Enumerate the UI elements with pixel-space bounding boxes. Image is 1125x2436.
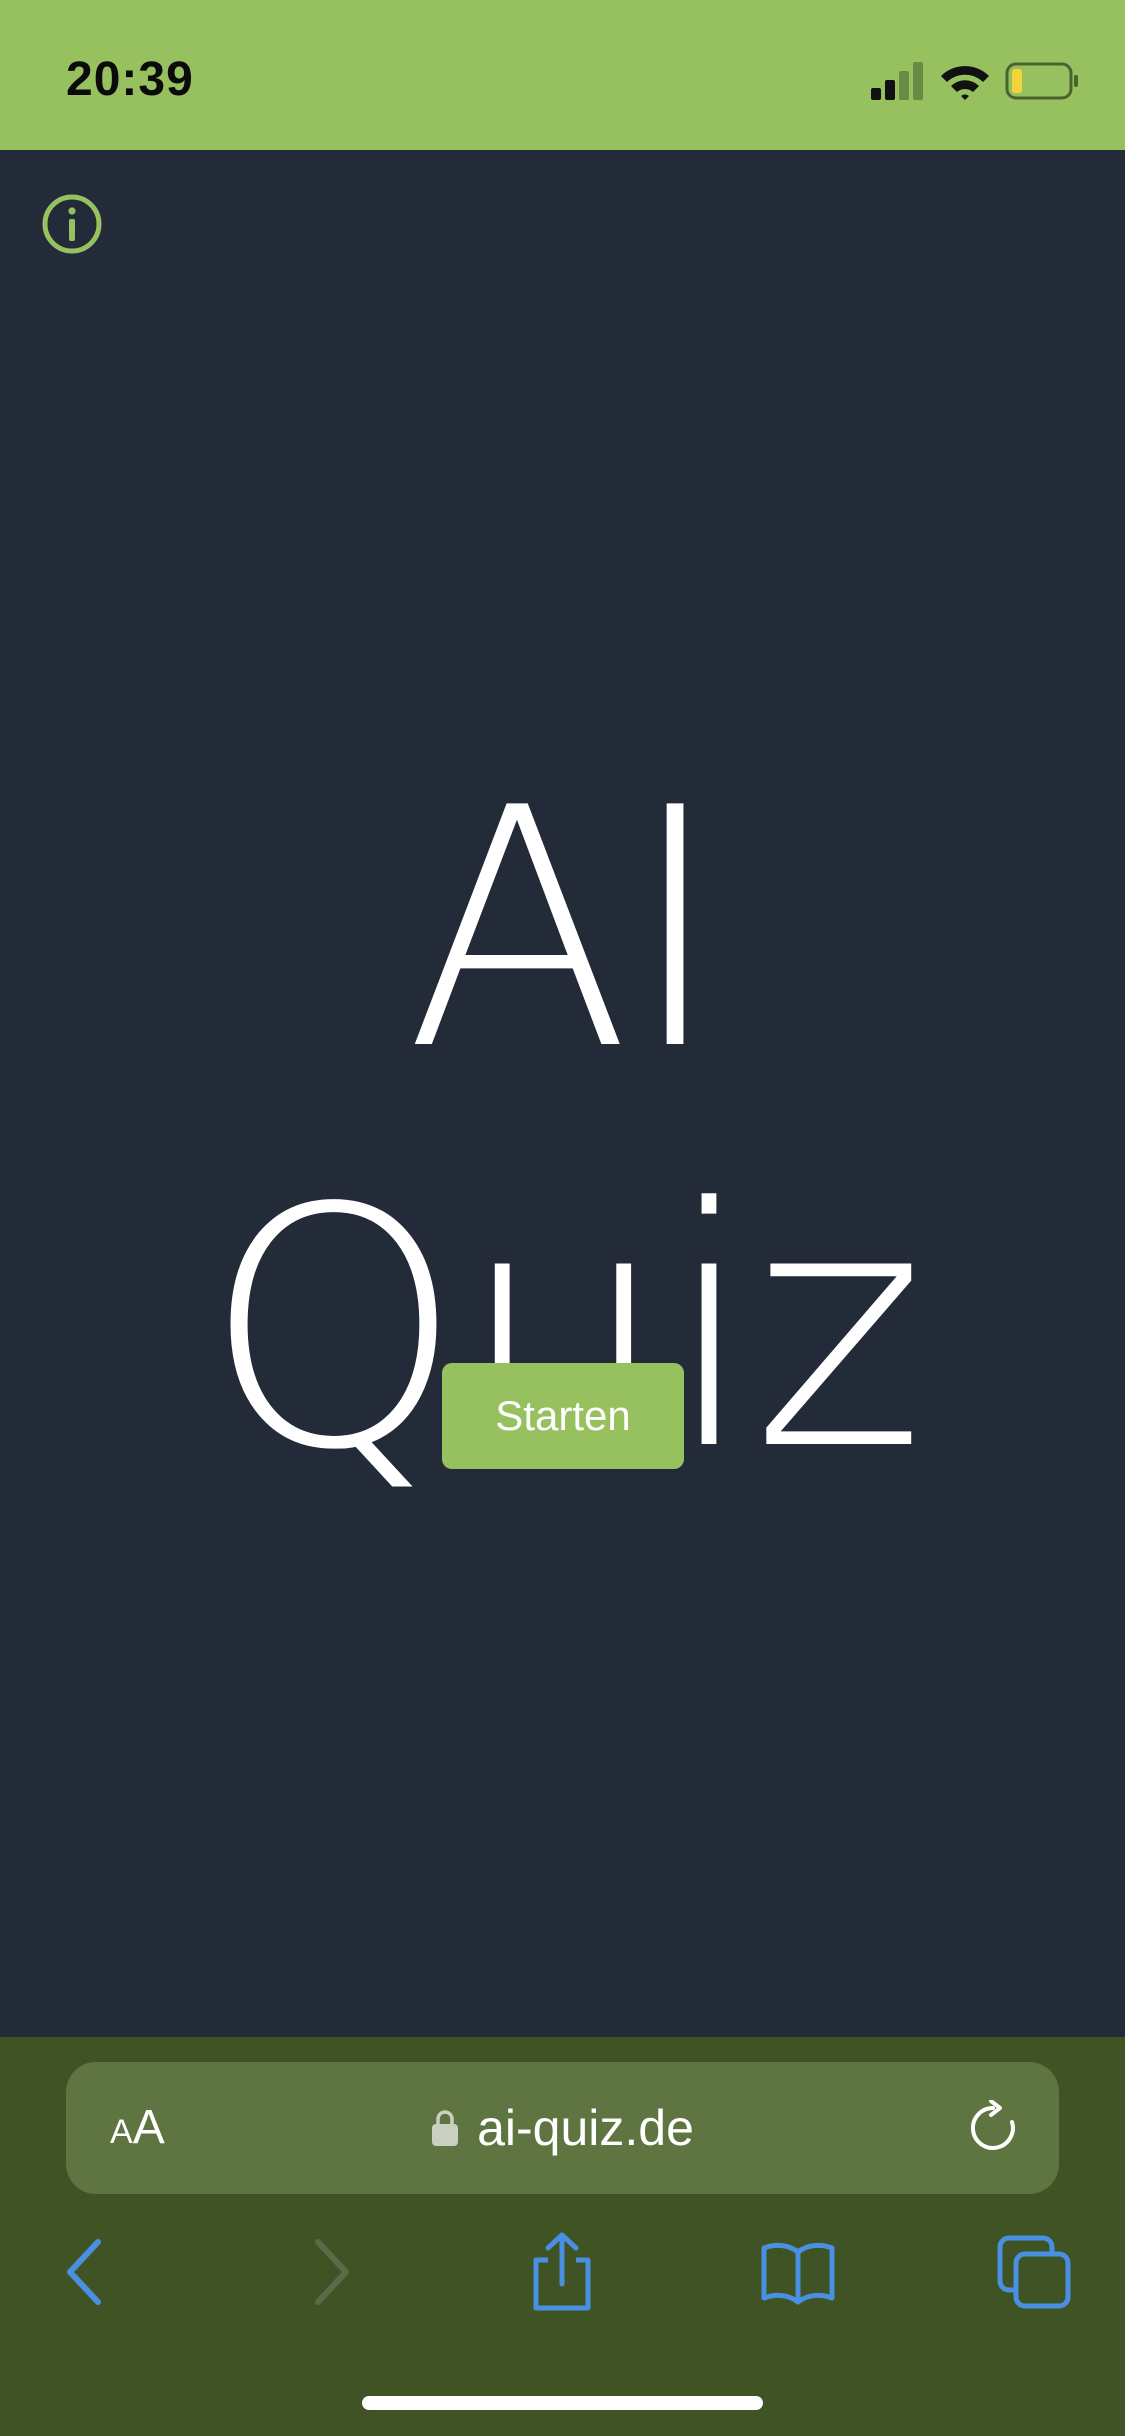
home-indicator[interactable] xyxy=(362,2396,763,2410)
lock-icon xyxy=(432,2110,459,2146)
back-icon[interactable] xyxy=(46,2232,126,2312)
start-button[interactable]: Starten xyxy=(442,1363,684,1469)
status-time: 20:39 xyxy=(66,53,194,106)
status-icons xyxy=(871,62,1078,100)
url-display[interactable]: ai-quiz.de xyxy=(66,2062,1059,2194)
browser-toolbar: AA ai-quiz.de xyxy=(0,2037,1125,2436)
status-bar: 20:39 xyxy=(0,0,1125,150)
reload-icon[interactable] xyxy=(965,2100,1021,2156)
info-icon[interactable] xyxy=(40,192,104,256)
url-text: ai-quiz.de xyxy=(477,2100,694,2156)
share-icon[interactable] xyxy=(522,2232,602,2312)
forward-icon[interactable] xyxy=(290,2232,370,2312)
cellular-signal-icon xyxy=(871,62,923,100)
wifi-icon xyxy=(941,66,989,100)
battery-icon xyxy=(1005,62,1078,100)
tabs-icon[interactable] xyxy=(994,2232,1074,2312)
main-content: AI Quiz Starten xyxy=(0,150,1125,2037)
bookmarks-icon[interactable] xyxy=(758,2232,838,2312)
address-bar[interactable]: AA ai-quiz.de xyxy=(66,2062,1059,2194)
